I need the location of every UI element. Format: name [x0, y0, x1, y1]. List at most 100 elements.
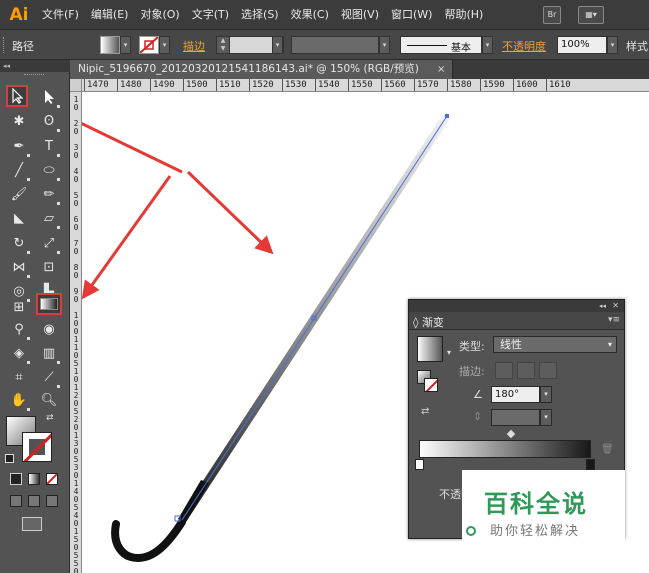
- blend-tool-icon[interactable]: ◉: [38, 318, 60, 340]
- eyedropper-tool-icon[interactable]: ⚲: [8, 318, 30, 340]
- menu-object[interactable]: 对象(O): [134, 0, 185, 30]
- gradient-stop-end[interactable]: [586, 459, 595, 470]
- anchor-point[interactable]: [445, 114, 449, 118]
- horizontal-ruler[interactable]: 1470 1480 1490 1500 1510 1520 1530 1540 …: [82, 79, 649, 92]
- opacity-label[interactable]: 不透明度: [502, 38, 546, 54]
- gradient-slider[interactable]: [419, 440, 591, 458]
- rotate-tool-icon[interactable]: ↻: [8, 232, 30, 254]
- ellipse-tool-icon[interactable]: ⬭: [38, 159, 60, 181]
- close-tab-icon[interactable]: ×: [437, 60, 445, 79]
- stroke-color-swatch[interactable]: [139, 36, 159, 54]
- ruler-tick: 1490: [150, 79, 175, 91]
- menu-help[interactable]: 帮助(H): [438, 0, 489, 30]
- angle-dropdown-icon[interactable]: ▾: [540, 386, 552, 403]
- menu-effect[interactable]: 效果(C): [285, 0, 335, 30]
- gradient-stroke-swatch[interactable]: [424, 378, 438, 392]
- brush-definition-select[interactable]: 基本: [400, 36, 482, 54]
- zoom-tool-icon[interactable]: 🔍︎: [38, 389, 60, 411]
- arrange-documents-icon[interactable]: ▦▾: [578, 6, 604, 24]
- toolbox-grip-icon[interactable]: [24, 74, 44, 76]
- stroke-weight-stepper[interactable]: ▲ ▼: [216, 36, 230, 54]
- ruler-origin[interactable]: [70, 79, 82, 92]
- symbol-sprayer-tool-icon[interactable]: ◈: [8, 342, 30, 364]
- watermark-title: 百科全说: [484, 490, 588, 518]
- free-transform-tool-icon[interactable]: ⊡: [38, 256, 60, 278]
- gradient-mode-icon[interactable]: [28, 473, 40, 485]
- aspect-ratio-input[interactable]: [491, 409, 540, 426]
- artboard-tool-icon[interactable]: ⌗: [8, 366, 30, 388]
- hand-tool-icon[interactable]: ✋: [8, 389, 30, 411]
- menu-edit[interactable]: 编辑(E): [85, 0, 135, 30]
- toolbox-header[interactable]: ◂◂: [0, 60, 70, 72]
- stroke-gradient-within-icon[interactable]: [495, 362, 513, 379]
- pen-tool-icon[interactable]: ✒: [8, 135, 30, 157]
- stroke-weight-label[interactable]: 描边: [183, 38, 205, 54]
- slice-tool-icon[interactable]: ⟋: [38, 366, 60, 388]
- fill-color-swatch[interactable]: [100, 36, 120, 54]
- none-mode-icon[interactable]: [46, 473, 58, 485]
- annotation-arrow: [186, 170, 274, 255]
- preview-dropdown-icon[interactable]: ▾: [447, 348, 451, 357]
- gradient-stop-start[interactable]: [415, 459, 424, 470]
- fill-dropdown-icon[interactable]: ▾: [120, 36, 131, 54]
- color-mode-icon[interactable]: [10, 473, 22, 485]
- direct-selection-tool-icon[interactable]: [38, 86, 60, 108]
- brush-dropdown-icon[interactable]: ▾: [482, 36, 493, 54]
- selection-tool-icon[interactable]: [6, 85, 28, 107]
- gradient-type-select[interactable]: 线性 ▾: [493, 336, 617, 353]
- stroke-gradient-across-icon[interactable]: [539, 362, 557, 379]
- stroke-swatch[interactable]: [22, 432, 52, 462]
- opacity-dropdown-icon[interactable]: ▾: [607, 36, 618, 54]
- screen-mode-icon[interactable]: [22, 517, 42, 531]
- gradient-midpoint-icon[interactable]: [506, 429, 516, 439]
- opacity-input[interactable]: 100%: [557, 36, 607, 54]
- stroke-gradient-along-icon[interactable]: [517, 362, 535, 379]
- ruler-tick: 1510: [216, 79, 241, 91]
- delete-stop-icon[interactable]: 🗑︎: [601, 444, 614, 455]
- paintbrush-tool-icon[interactable]: 🖌: [8, 183, 30, 205]
- ruler-tick: 5 3 0: [73, 455, 79, 480]
- pencil-tool-icon[interactable]: ✏: [38, 183, 60, 205]
- lasso-tool-icon[interactable]: ʘ: [38, 110, 60, 132]
- type-tool-icon[interactable]: T: [38, 135, 60, 157]
- vertical-ruler[interactable]: 1 0 2 0 3 0 4 0 5 0 6 0 7 0 8 0 9 0 1 0 01 1 05 1…: [70, 92, 82, 573]
- stroke-dropdown-icon[interactable]: ▾: [159, 36, 170, 54]
- variable-width-profile[interactable]: [291, 36, 379, 54]
- menu-file[interactable]: 文件(F): [36, 0, 85, 30]
- menu-view[interactable]: 视图(V): [335, 0, 385, 30]
- eraser-tool-icon[interactable]: ▱: [38, 207, 60, 229]
- scale-tool-icon[interactable]: ⤢: [38, 232, 60, 254]
- bridge-button[interactable]: Br: [543, 6, 561, 24]
- draw-behind-icon[interactable]: [28, 495, 40, 507]
- draw-normal-icon[interactable]: [10, 495, 22, 507]
- menu-window[interactable]: 窗口(W): [385, 0, 438, 30]
- magic-wand-tool-icon[interactable]: ✱: [8, 110, 30, 132]
- gradient-preview-swatch[interactable]: [417, 336, 443, 362]
- blob-brush-tool-icon[interactable]: ◣: [8, 207, 30, 229]
- panel-tab[interactable]: ◊ 渐变 ▾≡: [409, 312, 624, 330]
- stroke-weight-dropdown-icon[interactable]: ▾: [272, 36, 283, 54]
- grip-icon[interactable]: [3, 37, 6, 53]
- selection-type-label: 路径: [12, 40, 34, 53]
- menu-select[interactable]: 选择(S): [235, 0, 285, 30]
- reverse-gradient-icon[interactable]: ⇄: [421, 406, 429, 417]
- document-tab[interactable]: Nipic_5196670_20120320121541186143.ai* @…: [70, 60, 453, 79]
- line-segment-tool-icon[interactable]: ╱: [8, 159, 30, 181]
- panel-title-bar[interactable]: ◂◂ ✕: [409, 300, 624, 312]
- ruler-tick: 1550: [348, 79, 373, 91]
- variable-width-dropdown-icon[interactable]: ▾: [379, 36, 390, 54]
- aspect-ratio-dropdown-icon[interactable]: ▾: [540, 409, 552, 426]
- gradient-tool-icon[interactable]: [36, 293, 62, 315]
- swap-fill-stroke-icon[interactable]: ⇄: [46, 413, 54, 423]
- draw-inside-icon[interactable]: [46, 495, 58, 507]
- collapse-icon[interactable]: ◂◂: [599, 300, 606, 312]
- width-tool-icon[interactable]: ⋈: [8, 256, 30, 278]
- column-graph-tool-icon[interactable]: ▥: [38, 342, 60, 364]
- default-colors-icon[interactable]: [5, 454, 14, 463]
- angle-input[interactable]: 180°: [491, 386, 540, 403]
- menu-type[interactable]: 文字(T): [186, 0, 235, 30]
- mesh-tool-icon[interactable]: ⊞: [8, 296, 30, 318]
- ruler-tick: 1560: [381, 79, 406, 91]
- close-icon[interactable]: ✕: [612, 300, 619, 312]
- panel-menu-icon[interactable]: ▾≡: [608, 315, 620, 325]
